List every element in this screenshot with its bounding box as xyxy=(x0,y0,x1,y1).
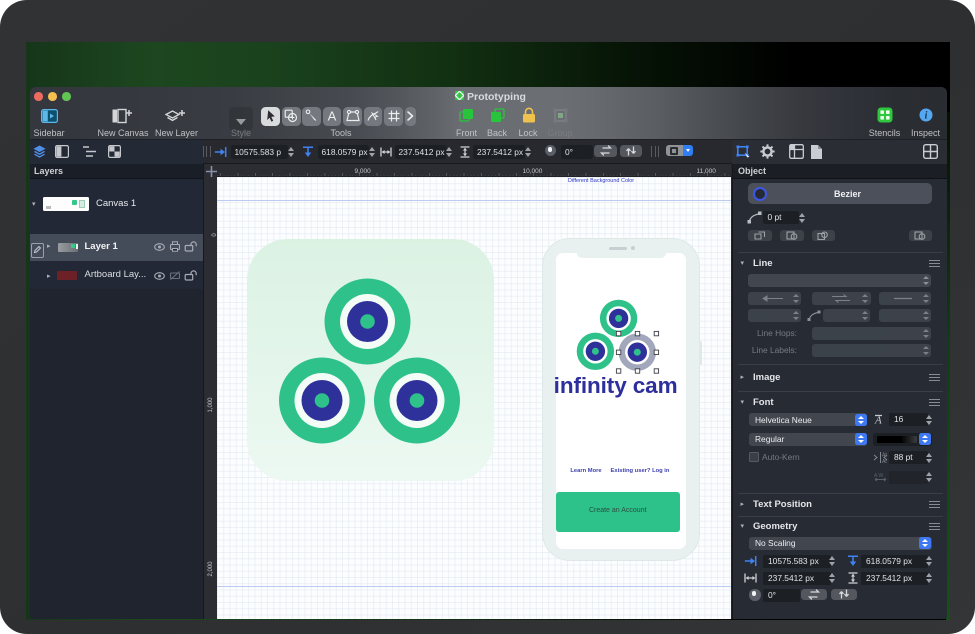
svg-text:A: A xyxy=(874,415,882,427)
svg-text:A: A xyxy=(328,109,337,124)
svg-text:At: At xyxy=(882,459,887,464)
svg-text:i: i xyxy=(925,110,928,121)
svg-text:A W: A W xyxy=(874,473,883,479)
svg-text:At: At xyxy=(882,453,887,459)
